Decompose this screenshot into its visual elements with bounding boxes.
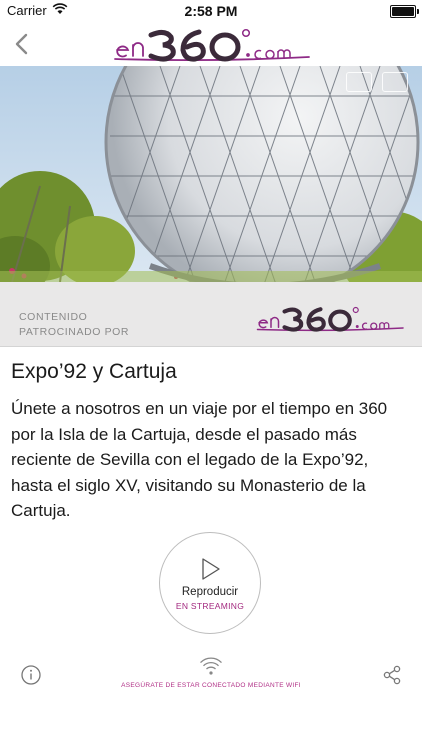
- video-description: Únete a nosotros en un viaje por el tiem…: [11, 399, 388, 520]
- navigation-bar: [0, 22, 422, 66]
- sponsor-label: CONTENIDO PATROCINADO POR: [19, 311, 130, 338]
- play-label: Reproducir: [181, 586, 239, 598]
- en360-logo: [114, 28, 310, 62]
- sponsor-banner: CONTENIDO PATROCINADO POR: [0, 282, 422, 347]
- battery-icon: [390, 5, 419, 18]
- status-bar: Carrier 2:58 PM: [0, 0, 422, 22]
- back-chevron-icon[interactable]: [8, 28, 38, 60]
- cardboard-view-icon[interactable]: [346, 72, 372, 92]
- hero-actions: [346, 72, 408, 92]
- vr-headset-icon[interactable]: [382, 72, 408, 92]
- expo-sphere-illustration: [0, 66, 422, 282]
- hero-image: [0, 66, 422, 282]
- wifi-icon: [200, 657, 222, 675]
- wifi-notice: ASEGÚRATE DE ESTAR CONECTADO MEDIANTE WI…: [121, 682, 301, 689]
- clock: 2:58 PM: [184, 3, 238, 19]
- play-sublabel: EN STREAMING: [175, 601, 245, 611]
- sponsor-en360-logo: [256, 306, 404, 332]
- play-icon: [202, 558, 220, 580]
- play-streaming-button[interactable]: Reproducir EN STREAMING: [159, 532, 261, 634]
- video-title: Expo’92 y Cartuja: [11, 360, 177, 383]
- share-icon[interactable]: [381, 664, 403, 686]
